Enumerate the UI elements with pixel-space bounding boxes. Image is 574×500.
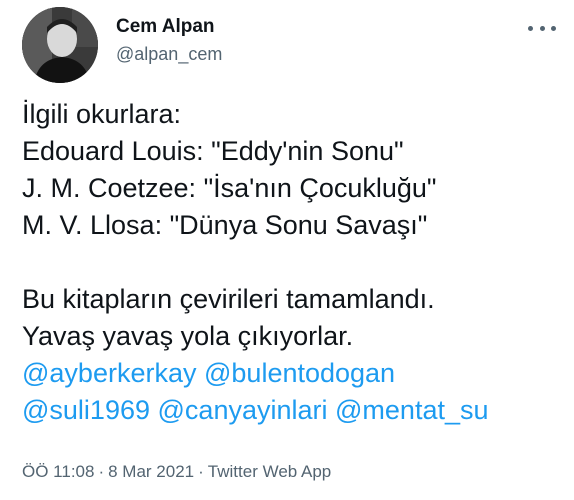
tweet-source[interactable]: Twitter Web App — [208, 462, 331, 481]
mention-line: @suli1969 @canyayinlari @mentat_su — [22, 392, 562, 429]
mention-link[interactable]: @bulentodogan — [204, 358, 395, 388]
tweet: Cem Alpan @alpan_cem İlgili okurlara: Ed… — [0, 0, 574, 500]
dot-icon — [551, 25, 556, 31]
mention-link[interactable]: @ayberkerkay — [22, 358, 196, 388]
tweet-line: J. M. Coetzee: "İsa'nın Çocukluğu" — [22, 173, 437, 203]
dot-icon — [539, 25, 545, 31]
more-options-icon[interactable] — [528, 18, 556, 38]
tweet-line: Yavaş yavaş yola çıkıyorlar. — [22, 321, 354, 351]
tweet-date[interactable]: 8 Mar 2021 — [108, 462, 194, 481]
tweet-line: İlgili okurlara: — [22, 99, 182, 129]
tweet-time[interactable]: ÖÖ 11:08 — [22, 462, 94, 481]
dot-icon — [528, 25, 533, 31]
mention-link[interactable]: @canyayinlari — [158, 395, 328, 425]
tweet-line: Edouard Louis: "Eddy'nin Sonu" — [22, 136, 404, 166]
separator: · — [198, 462, 204, 481]
mention-link[interactable]: @mentat_su — [335, 395, 488, 425]
mention-line: @ayberkerkay @bulentodogan — [22, 355, 562, 392]
avatar-image — [22, 7, 98, 83]
avatar[interactable] — [22, 7, 98, 83]
author-handle[interactable]: @alpan_cem — [116, 44, 222, 65]
tweet-text: İlgili okurlara: Edouard Louis: "Eddy'ni… — [22, 96, 562, 429]
author-name[interactable]: Cem Alpan — [116, 16, 215, 38]
tweet-meta: ÖÖ 11:08 · 8 Mar 2021 · Twitter Web App — [22, 462, 331, 482]
tweet-line: Bu kitapların çevirileri tamamlandı. — [22, 284, 435, 314]
tweet-line: M. V. Llosa: "Dünya Sonu Savaşı" — [22, 210, 428, 240]
mention-link[interactable]: @suli1969 — [22, 395, 150, 425]
separator: · — [98, 462, 105, 481]
